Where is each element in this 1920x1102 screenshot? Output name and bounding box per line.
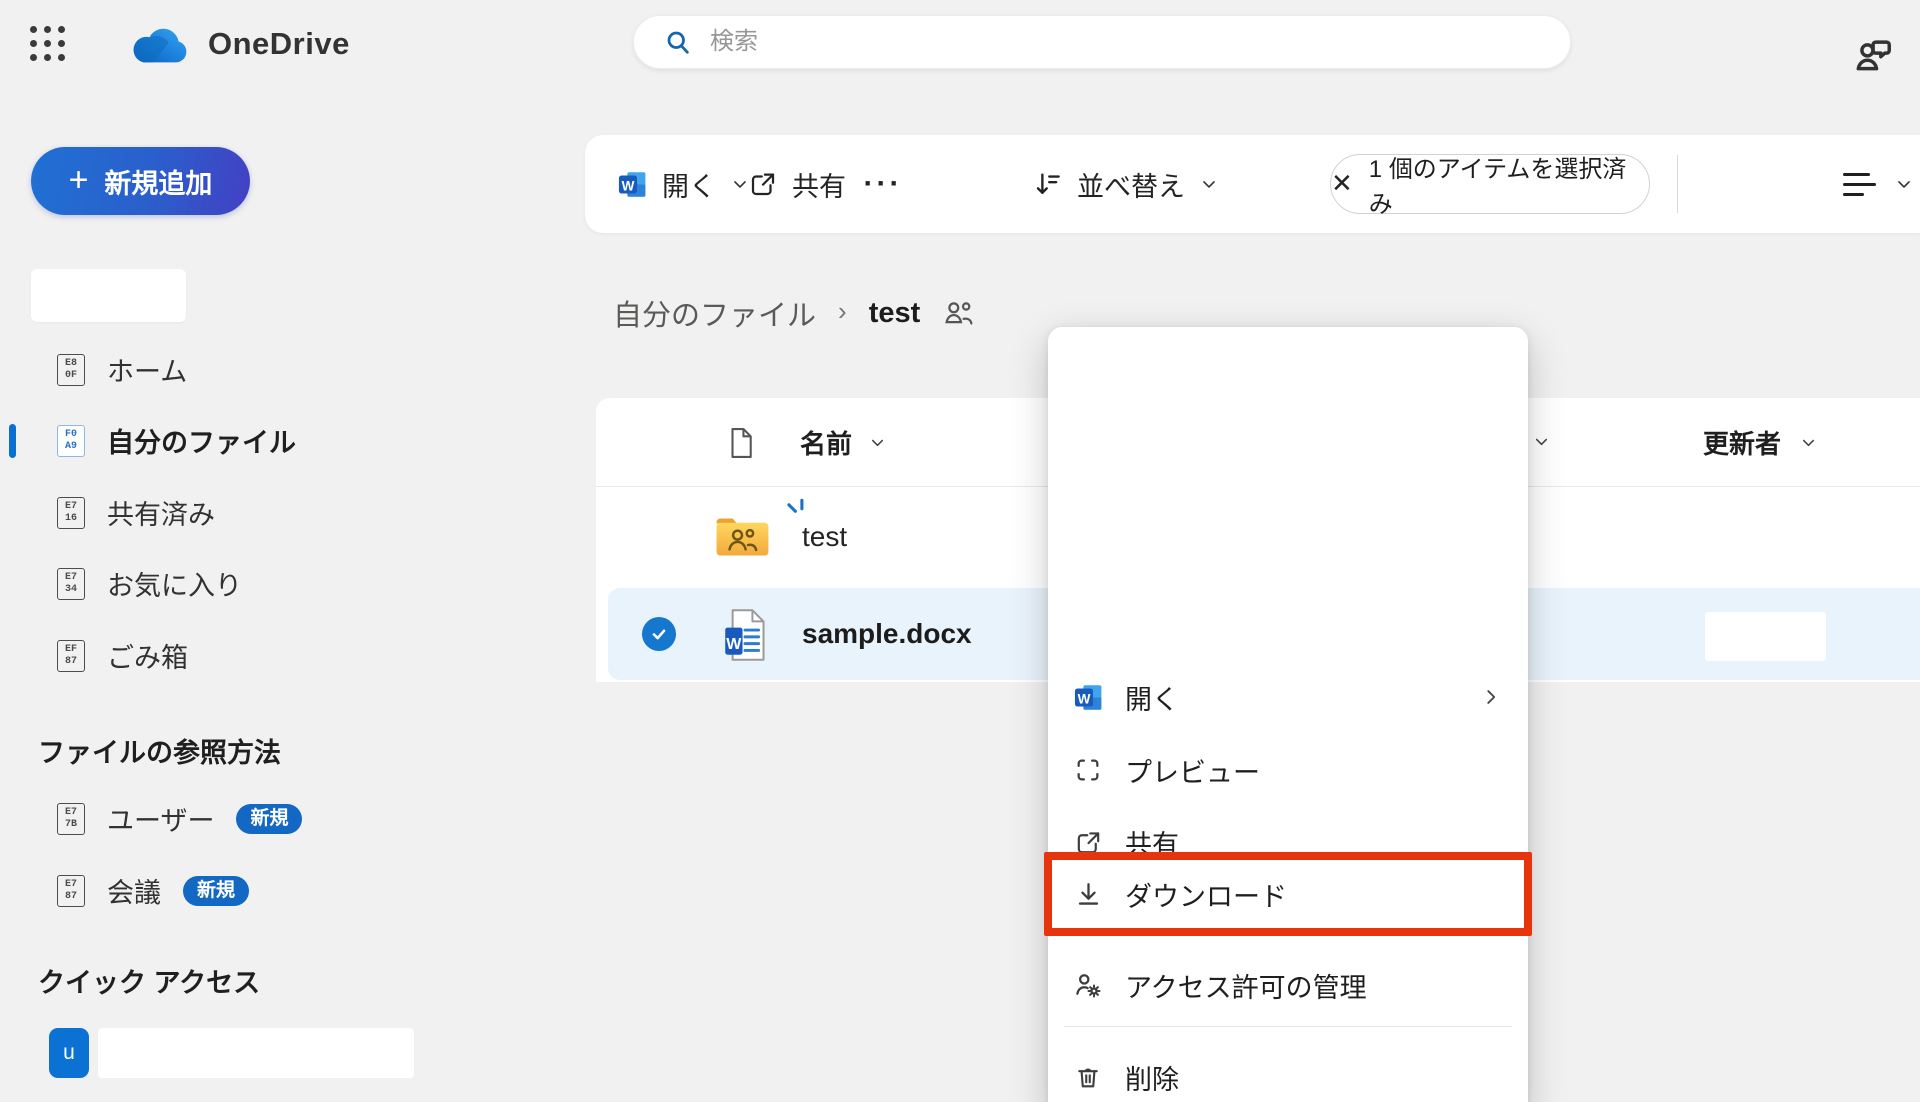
clear-selection-icon[interactable]: ✕ xyxy=(1331,170,1353,196)
menu-item-open[interactable]: W 開く xyxy=(1048,661,1528,733)
column-header-name[interactable]: 名前 xyxy=(800,424,887,461)
shared-folder-icon xyxy=(714,516,771,558)
chevron-down-icon xyxy=(1799,433,1818,452)
sidebar-item-home[interactable]: E8 0F ホーム xyxy=(0,334,440,405)
breadcrumb-my-files[interactable]: 自分のファイル xyxy=(613,292,816,334)
context-menu: W 開く プレビュー 共有 xyxy=(1048,327,1528,1102)
sidebar-item-shared[interactable]: E7 16 共有済み xyxy=(0,477,440,548)
plus-icon: + xyxy=(69,163,89,197)
menu-item-preview[interactable]: プレビュー xyxy=(1048,734,1528,806)
chevron-down-icon xyxy=(868,433,887,452)
person-gear-icon xyxy=(1072,970,1104,1000)
chevron-down-icon xyxy=(1894,174,1914,194)
app-launcher-waffle-icon[interactable] xyxy=(30,26,66,62)
quick-access-site-tile[interactable]: u xyxy=(49,1028,89,1078)
chevron-down-icon xyxy=(730,174,750,194)
share-button[interactable]: 共有 xyxy=(748,135,846,233)
download-icon xyxy=(1072,880,1104,909)
file-name[interactable]: test xyxy=(802,521,847,553)
quick-access-heading: クイック アクセス xyxy=(38,961,260,1000)
sort-button[interactable]: 並べ替え xyxy=(1033,135,1219,233)
home-icon: E8 0F xyxy=(57,354,85,386)
trash-icon xyxy=(1072,1063,1104,1091)
share-icon xyxy=(748,169,778,199)
browse-files-heading: ファイルの参照方法 xyxy=(38,731,281,770)
list-view-icon xyxy=(1843,173,1876,196)
breadcrumb-separator: › xyxy=(838,296,847,327)
svg-text:W: W xyxy=(622,178,635,193)
search-icon xyxy=(664,28,692,56)
word-icon: W xyxy=(1072,682,1104,713)
view-options-button[interactable] xyxy=(1843,135,1914,233)
toolbar-divider xyxy=(1677,155,1678,213)
breadcrumb: 自分のファイル › test xyxy=(613,292,976,334)
new-badge: 新規 xyxy=(183,876,249,906)
onedrive-app: OneDrive + 新規追加 E8 0F ホーム F0 A9 自分のファイル … xyxy=(0,0,1920,1102)
new-badge: 新規 xyxy=(236,804,302,834)
redacted-quick-access-name xyxy=(98,1028,414,1078)
onedrive-logo[interactable]: OneDrive xyxy=(128,24,350,64)
app-title: OneDrive xyxy=(208,26,350,62)
document-column-icon xyxy=(726,426,756,460)
word-icon: W xyxy=(617,169,648,200)
redacted-modified-by xyxy=(1705,612,1826,661)
sidebar-item-favorites[interactable]: E7 34 お気に入り xyxy=(0,548,440,619)
word-document-icon: W xyxy=(724,607,766,663)
preview-icon xyxy=(1072,756,1104,784)
new-item-sparkle-icon xyxy=(785,497,811,523)
svg-text:W: W xyxy=(726,635,742,653)
selection-count-button[interactable]: ✕ 1 個のアイテムを選択済み xyxy=(1330,154,1650,214)
search-bar[interactable] xyxy=(633,15,1571,69)
menu-item-download[interactable]: ダウンロード xyxy=(1044,852,1532,936)
search-input[interactable] xyxy=(710,28,1570,56)
my-files-icon: F0 A9 xyxy=(57,425,85,457)
sidebar-item-people[interactable]: E7 7B ユーザー 新規 xyxy=(0,783,440,854)
breadcrumb-current-folder: test xyxy=(869,297,921,330)
shared-people-icon xyxy=(942,300,976,326)
selected-check-icon[interactable] xyxy=(642,617,676,651)
menu-divider xyxy=(1064,1026,1512,1027)
people-icon: E7 7B xyxy=(57,803,85,835)
chevron-down-icon[interactable] xyxy=(1532,432,1551,451)
sidebar-item-my-files[interactable]: F0 A9 自分のファイル xyxy=(0,405,440,476)
open-button[interactable]: W 開く xyxy=(617,135,750,233)
recycle-bin-icon: EF 87 xyxy=(57,640,85,672)
new-add-button[interactable]: + 新規追加 xyxy=(31,147,250,215)
redacted-account-name xyxy=(31,269,186,322)
meetings-icon: E7 87 xyxy=(57,875,85,907)
onedrive-cloud-icon xyxy=(128,24,190,64)
chevron-down-icon xyxy=(1199,174,1219,194)
sidebar-item-meetings[interactable]: E7 87 会議 新規 xyxy=(0,855,440,926)
command-toolbar: W 開く 共有 ··· 並べ替え ✕ 1 個のアイテムを選択済み xyxy=(585,135,1920,233)
svg-text:W: W xyxy=(1077,691,1090,706)
sidebar-item-recycle-bin[interactable]: EF 87 ごみ箱 xyxy=(0,620,440,691)
more-commands-button[interactable]: ··· xyxy=(853,135,913,233)
chevron-right-icon xyxy=(1480,686,1502,708)
favorites-icon: E7 34 xyxy=(57,568,85,600)
file-name[interactable]: sample.docx xyxy=(802,618,972,650)
menu-item-delete[interactable]: 削除 xyxy=(1048,1041,1528,1102)
sort-icon xyxy=(1033,169,1063,199)
shared-icon: E7 16 xyxy=(57,497,85,529)
feedback-icon[interactable] xyxy=(1850,32,1894,76)
column-header-modified-by[interactable]: 更新者 xyxy=(1703,424,1818,461)
menu-item-manage-access[interactable]: アクセス許可の管理 xyxy=(1048,949,1528,1021)
